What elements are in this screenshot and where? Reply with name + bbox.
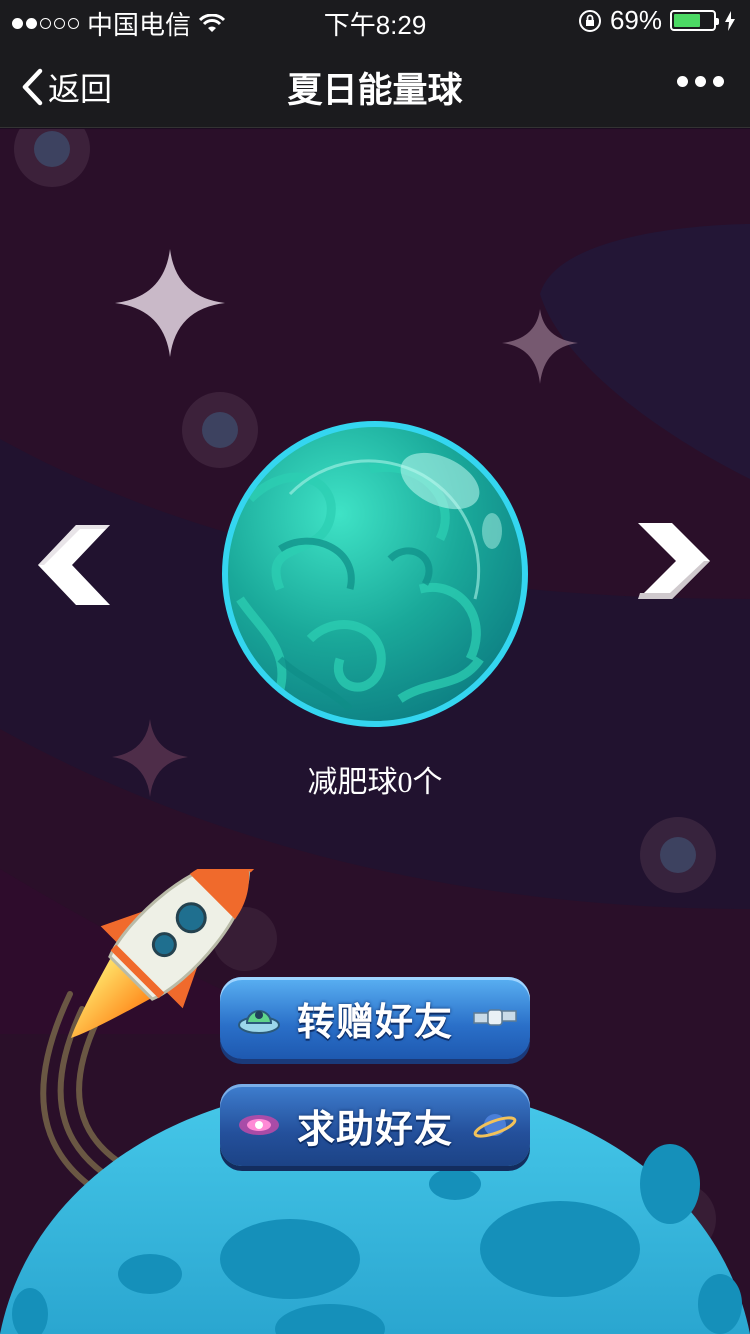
space-scene: 减肥球0个 转赠好友 求助好友: [0, 129, 750, 1334]
saturn-icon: [473, 1114, 517, 1138]
charging-icon: [725, 10, 735, 31]
more-menu-button[interactable]: [677, 76, 724, 87]
status-bar: 中国电信 下午8:29 69%: [0, 0, 750, 40]
galaxy-icon: [239, 1115, 279, 1135]
prev-arrow-icon[interactable]: [36, 523, 116, 607]
more-dots-icon: [677, 76, 688, 87]
nav-bar: 返回 夏日能量球: [0, 40, 750, 128]
help-friend-label: 求助好友: [296, 1106, 453, 1151]
battery-icon: [670, 10, 719, 31]
gift-friend-label: 转赠好友: [296, 999, 453, 1044]
battery-percent: 69%: [609, 5, 662, 35]
planet-count-label: 减肥球0个: [307, 766, 443, 799]
rotation-lock-icon: [578, 9, 601, 32]
energy-planet-ball[interactable]: [220, 419, 530, 729]
help-friend-button[interactable]: 求助好友: [220, 1084, 530, 1166]
status-right: 69%: [578, 5, 736, 36]
ufo-icon: [238, 1010, 280, 1034]
gift-friend-button[interactable]: 转赠好友: [220, 977, 530, 1059]
page-title: 夏日能量球: [287, 71, 463, 111]
satellite-icon: [473, 1009, 517, 1026]
next-arrow-icon[interactable]: [636, 521, 712, 601]
